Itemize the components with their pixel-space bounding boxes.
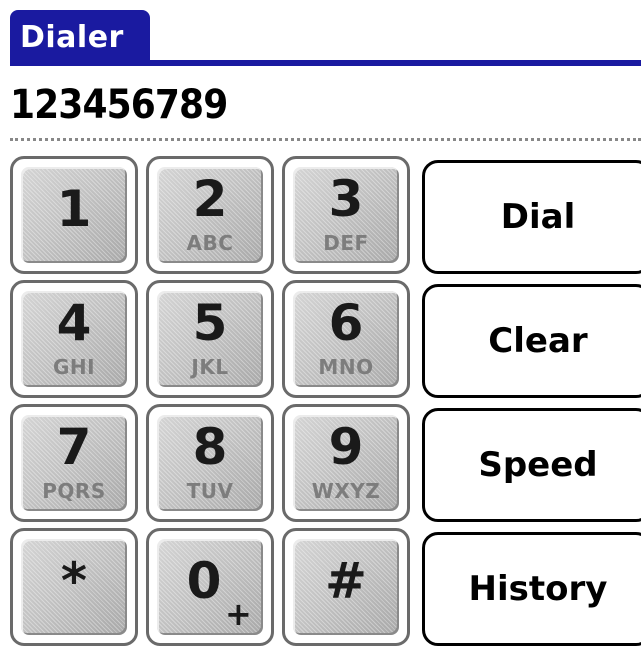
- dial-button[interactable]: Dial: [422, 160, 641, 274]
- clear-button[interactable]: Clear: [422, 284, 641, 398]
- key-digit: *: [60, 552, 88, 610]
- keypad: 1 2 ABC 3 DEF 4 GHI 5 JKL 6 MNO 7 PQRS 8…: [10, 156, 410, 646]
- dial-button-label: Dial: [500, 197, 576, 237]
- key-3[interactable]: 3 DEF: [282, 156, 410, 274]
- key-letters: TUV: [186, 479, 234, 503]
- history-button-label: History: [468, 569, 608, 609]
- key-digit: 4: [56, 294, 92, 352]
- key-letters: PQRS: [42, 479, 106, 503]
- dialed-number-display: 123456789: [10, 82, 228, 128]
- key-digit: 8: [192, 418, 228, 476]
- key-5[interactable]: 5 JKL: [146, 280, 274, 398]
- key-digit: 1: [56, 180, 92, 238]
- clear-button-label: Clear: [488, 321, 588, 361]
- key-digit: 3: [328, 170, 364, 228]
- key-1[interactable]: 1: [10, 156, 138, 274]
- key-hash[interactable]: #: [282, 528, 410, 646]
- key-0[interactable]: 0 +: [146, 528, 274, 646]
- key-digit: 5: [192, 294, 228, 352]
- key-2[interactable]: 2 ABC: [146, 156, 274, 274]
- key-digit: 2: [192, 170, 228, 228]
- key-letters: JKL: [191, 355, 229, 379]
- number-underline-divider: [10, 138, 641, 141]
- key-digit: 6: [328, 294, 364, 352]
- app-title: Dialer: [10, 10, 150, 66]
- key-letters: DEF: [323, 231, 369, 255]
- speed-button-label: Speed: [478, 445, 598, 485]
- key-letters: MNO: [318, 355, 374, 379]
- speed-button[interactable]: Speed: [422, 408, 641, 522]
- key-letters: ABC: [186, 231, 234, 255]
- key-digit: 9: [328, 418, 364, 476]
- history-button[interactable]: History: [422, 532, 641, 646]
- key-6[interactable]: 6 MNO: [282, 280, 410, 398]
- key-letters: WXYZ: [311, 479, 381, 503]
- key-digit: 7: [56, 418, 92, 476]
- key-9[interactable]: 9 WXYZ: [282, 404, 410, 522]
- key-digit: #: [325, 552, 367, 610]
- key-8[interactable]: 8 TUV: [146, 404, 274, 522]
- key-letters: GHI: [52, 355, 96, 379]
- key-plus-symbol: +: [225, 595, 252, 633]
- key-star[interactable]: *: [10, 528, 138, 646]
- key-7[interactable]: 7 PQRS: [10, 404, 138, 522]
- key-4[interactable]: 4 GHI: [10, 280, 138, 398]
